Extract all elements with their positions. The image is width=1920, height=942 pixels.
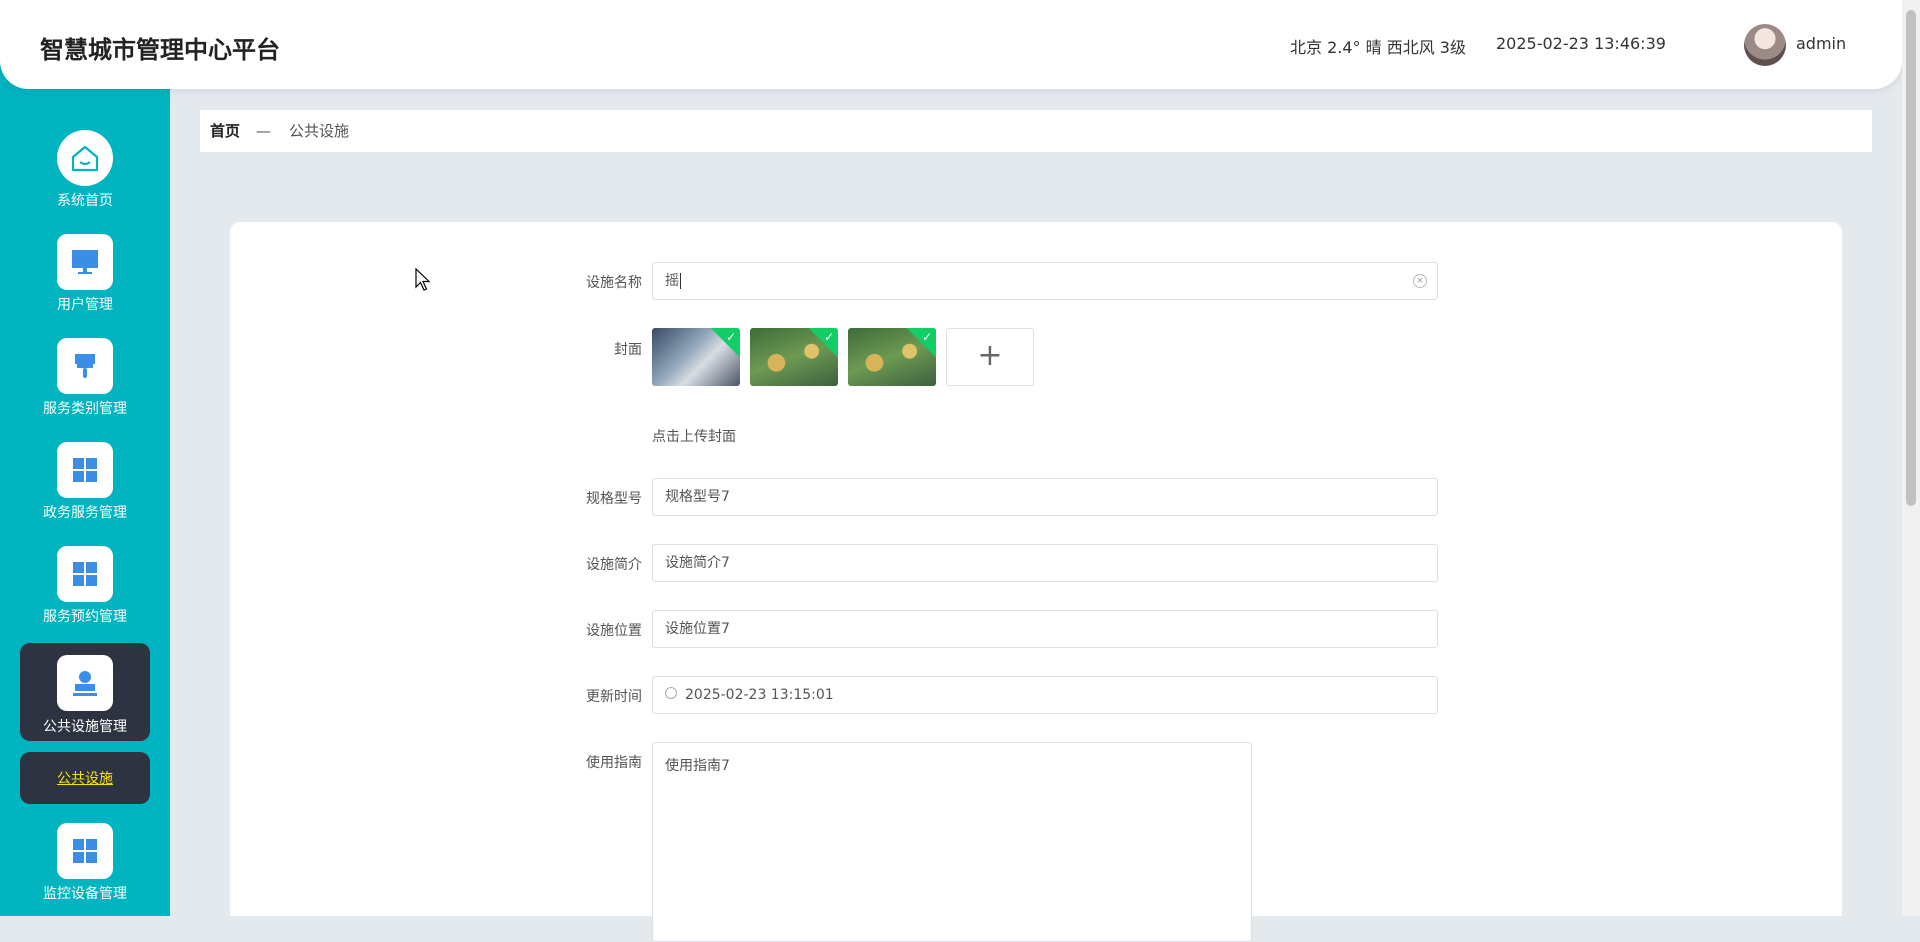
form-card: 设施名称 摇 × 封面 ✓ ✓ ✓ + 点击上传封面 规格型号 规格型号7 设施… xyxy=(230,222,1842,942)
sidebar-item-gov-service[interactable]: 政务服务管理 xyxy=(20,442,150,538)
update-time-label: 更新时间 xyxy=(586,689,642,705)
location-label: 设施位置 xyxy=(586,623,642,639)
home-icon xyxy=(57,130,113,186)
update-time-input[interactable]: 2025-02-23 13:15:01 xyxy=(652,676,1438,714)
breadcrumb: 首页 — 公共设施 xyxy=(200,110,1872,152)
location-input[interactable]: 设施位置7 xyxy=(652,610,1438,648)
clear-icon[interactable]: × xyxy=(1413,274,1427,288)
upload-hint: 点击上传封面 xyxy=(652,429,736,445)
sidebar-item-monitor[interactable]: 监控设备管理 xyxy=(20,823,150,919)
sidebar-item-label: 服务预约管理 xyxy=(43,609,127,625)
sidebar-item-label: 服务类别管理 xyxy=(43,401,127,417)
sidebar-subitem-public-facility[interactable]: 公共设施 xyxy=(20,752,150,804)
sidebar-subitem-label: 公共设施 xyxy=(57,771,113,787)
cover-thumbnail-3[interactable]: ✓ xyxy=(848,328,936,386)
spec-label: 规格型号 xyxy=(586,491,642,507)
sidebar-item-service-category[interactable]: 服务类别管理 xyxy=(20,338,150,434)
check-icon: ✓ xyxy=(725,330,736,344)
breadcrumb-home[interactable]: 首页 xyxy=(210,110,240,152)
grid-icon xyxy=(57,442,113,498)
sidebar-item-public-facility[interactable]: 公共设施管理 xyxy=(20,643,150,741)
stamp-icon xyxy=(57,655,113,711)
brush-icon xyxy=(57,338,113,394)
current-datetime: 2025-02-23 13:46:39 xyxy=(1496,34,1666,53)
check-icon: ✓ xyxy=(921,330,932,344)
grid-icon xyxy=(57,546,113,602)
upload-cover-button[interactable]: + xyxy=(946,328,1034,386)
weather-info: 北京 2.4° 晴 西北风 3级 xyxy=(1290,38,1466,57)
cover-thumbnail-1[interactable]: ✓ xyxy=(652,328,740,386)
intro-input[interactable]: 设施简介7 xyxy=(652,544,1438,582)
sidebar-item-booking[interactable]: 服务预约管理 xyxy=(20,546,150,642)
sidebar: 系统首页 用户管理 服务类别管理 政务服务管理 服务预约管理 公共设施管理 公共… xyxy=(0,0,170,916)
sidebar-item-label: 系统首页 xyxy=(57,193,113,209)
check-icon: ✓ xyxy=(823,330,834,344)
sidebar-item-label: 公共设施管理 xyxy=(43,719,127,735)
guide-label: 使用指南 xyxy=(586,755,642,771)
sidebar-item-users[interactable]: 用户管理 xyxy=(20,234,150,330)
cover-thumbnail-2[interactable]: ✓ xyxy=(750,328,838,386)
breadcrumb-current: 公共设施 xyxy=(289,122,350,140)
app-title: 智慧城市管理中心平台 xyxy=(40,36,280,64)
update-time-value: 2025-02-23 13:15:01 xyxy=(685,687,834,703)
monitor-icon xyxy=(57,234,113,290)
intro-label: 设施简介 xyxy=(586,557,642,573)
clock-icon xyxy=(665,687,677,699)
guide-textarea[interactable]: 使用指南7 xyxy=(652,742,1252,942)
text-caret xyxy=(680,273,681,289)
cover-label: 封面 xyxy=(614,342,642,358)
sidebar-item-home[interactable]: 系统首页 xyxy=(20,130,150,226)
facility-name-input[interactable]: 摇 × xyxy=(652,262,1438,300)
avatar[interactable] xyxy=(1744,24,1786,66)
breadcrumb-separator: — xyxy=(256,122,271,140)
top-header: 智慧城市管理中心平台 北京 2.4° 晴 西北风 3级 2025-02-23 1… xyxy=(0,0,1902,89)
scrollbar-thumb[interactable] xyxy=(1906,10,1916,506)
facility-name-value: 摇 xyxy=(665,273,679,289)
spec-input[interactable]: 规格型号7 xyxy=(652,478,1438,516)
sidebar-item-label: 政务服务管理 xyxy=(43,505,127,521)
grid-icon xyxy=(57,823,113,879)
page-scrollbar[interactable] xyxy=(1902,0,1920,916)
sidebar-item-label: 监控设备管理 xyxy=(43,886,127,902)
username[interactable]: admin xyxy=(1796,34,1846,53)
name-label: 设施名称 xyxy=(586,275,642,291)
mouse-cursor-icon xyxy=(415,268,431,291)
sidebar-item-label: 用户管理 xyxy=(57,297,113,313)
